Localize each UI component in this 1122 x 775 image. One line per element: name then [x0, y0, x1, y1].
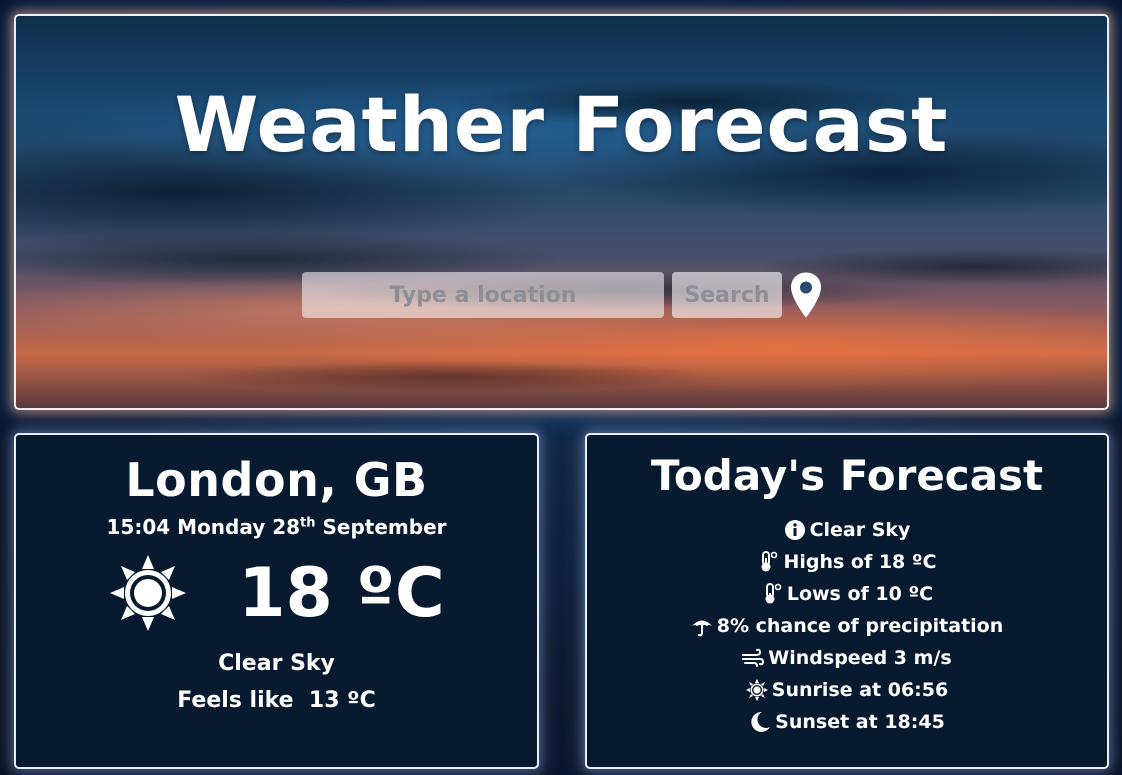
forecast-item-text: Highs of 18 ºC [783, 551, 937, 573]
hero-background-image [16, 16, 1107, 408]
page-title: Weather Forecast [174, 80, 949, 169]
forecast-item-low: Lows of 10 ºC [587, 578, 1107, 610]
current-conditions-row: 18 ºC [16, 553, 537, 633]
forecast-item-precipitation: 8% chance of precipitation [587, 610, 1107, 642]
forecast-item-wind: Windspeed 3 m/s [587, 642, 1107, 674]
search-button[interactable]: Search [672, 272, 782, 318]
current-datetime: 15:04 Monday 28th September [16, 515, 537, 539]
thermometer-icon [761, 551, 778, 572]
thermometer-icon [765, 583, 782, 604]
search-input[interactable] [302, 272, 664, 318]
sunrise-icon [745, 679, 768, 701]
forecast-title: Today's Forecast [650, 451, 1044, 500]
umbrella-icon [691, 620, 712, 637]
forecast-item-text: 8% chance of precipitation [716, 615, 1004, 637]
forecast-item-text: Lows of 10 ºC [786, 583, 934, 605]
forecast-item-text: Sunrise at 06:56 [771, 679, 949, 701]
wind-icon [742, 648, 765, 667]
location-pin-icon[interactable] [788, 271, 824, 319]
current-condition: Clear Sky [218, 651, 335, 676]
datetime-month: September [322, 515, 447, 539]
current-temperature: 18 ºC [238, 553, 445, 633]
forecast-item-sunrise: Sunrise at 06:56 [587, 674, 1107, 706]
moon-icon [751, 711, 771, 732]
forecast-item-condition: Clear Sky [587, 514, 1107, 546]
feels-like: Feels like 13 ºC [177, 688, 376, 713]
forecast-item-text: Windspeed 3 m/s [768, 647, 952, 669]
current-weather-card: London, GB 15:04 Monday 28th September 1… [14, 433, 539, 769]
sun-icon [110, 555, 187, 631]
hero-banner: Weather Forecast Search [14, 14, 1109, 410]
forecast-item-text: Clear Sky [809, 519, 911, 541]
city-name: London, GB [125, 453, 428, 507]
datetime-text: 15:04 Monday 28 [106, 515, 301, 539]
forecast-card: Today's Forecast Clear Sky Highs of 18 º… [585, 433, 1109, 769]
forecast-item-sunset: Sunset at 18:45 [587, 706, 1107, 738]
info-icon [784, 520, 805, 540]
day-suffix: th [300, 515, 316, 531]
forecast-item-text: Sunset at 18:45 [775, 711, 945, 733]
forecast-list: Clear Sky Highs of 18 ºC Lows of 10 ºC 8… [587, 514, 1107, 738]
search-bar: Search [302, 271, 824, 319]
forecast-item-high: Highs of 18 ºC [587, 546, 1107, 578]
